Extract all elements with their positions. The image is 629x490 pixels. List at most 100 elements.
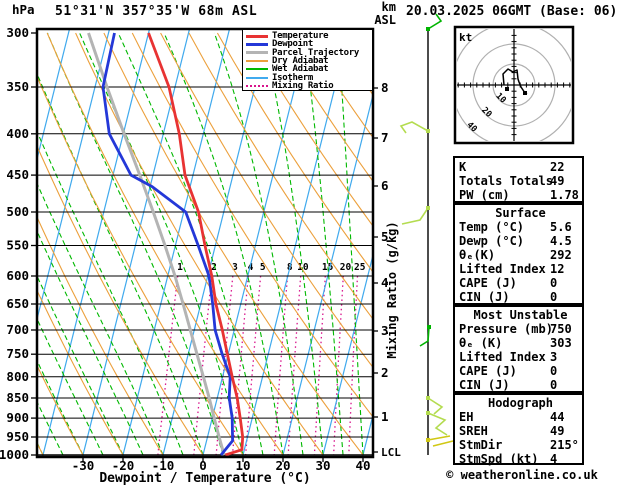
most-unstable-table: Most Unstable Pressure (mb) 750 θₑ (K) 303… [453, 305, 584, 393]
pressure-tick-label: 350 [6, 79, 29, 94]
table-row: CAPE (J) 0 [455, 364, 582, 378]
table-title: Surface [495, 206, 546, 220]
page-title: 51°31'N 357°35'W 68m ASL [55, 4, 258, 19]
wind-barb [432, 440, 454, 447]
pressure-axis: 300 350 400 450 500 550 600 650 700 750 800 850 900 9… [0, 25, 37, 462]
row-value: 292 [550, 248, 572, 262]
mixing-ratio-value-label: 25 [354, 262, 366, 273]
row-label: CAPE (J) [459, 364, 517, 378]
pressure-tick-label: 850 [6, 390, 29, 405]
table-title: Hodograph [487, 396, 554, 410]
row-label: StmSpd (kt) [459, 452, 539, 466]
table-row: Lifted Index 12 [455, 262, 582, 276]
row-label: CIN (J) [459, 290, 510, 304]
table-row: Dewp (°C) 4.5 [455, 234, 582, 248]
legend-item: Mixing Ratio [243, 81, 372, 91]
row-value: 5.6 [550, 220, 572, 234]
hodograph-marker [523, 91, 527, 95]
wet-adiabat-lines [38, 32, 364, 456]
datetime-header: 20.03.2025 06GMT (Base: 06) [406, 4, 618, 19]
row-value: 44 [550, 410, 565, 424]
row-value: 1.78 [550, 188, 579, 202]
row-label: CAPE (J) [459, 276, 517, 290]
table-title: Most Unstable [473, 308, 568, 322]
pressure-tick-label: 900 [6, 410, 29, 425]
table-row: StmDir 215° [455, 438, 582, 452]
wind-barb-dot [426, 438, 430, 442]
table-row: CAPE (J) 0 [455, 276, 582, 290]
pressure-tick-label: 500 [6, 204, 29, 219]
hodograph-unit-label: kt [459, 31, 472, 44]
hodograph: 102040kt [453, 25, 575, 145]
km-axis-unit-bottom: ASL [374, 13, 396, 27]
wind-barb [427, 397, 444, 415]
pressure-tick-label: 650 [6, 296, 29, 311]
table-row: Totals Totals 49 [455, 174, 582, 188]
row-value: 4 [550, 452, 558, 466]
wet-adiabat-line-swatch [246, 68, 268, 71]
row-value: 0 [550, 276, 558, 290]
row-value: 49 [550, 174, 565, 188]
mixing-ratio-line-swatch [246, 84, 268, 87]
row-label: θₑ(K) [459, 248, 496, 262]
dry-adiabat-line-swatch [246, 60, 268, 63]
skewt-sounding-page: { "header": { "pressure_unit": "hPa", "t… [0, 0, 629, 486]
table-row: CIN (J) 0 [455, 290, 582, 304]
pressure-tick-label: 700 [6, 322, 29, 337]
km-axis-unit-top: km [381, 0, 396, 14]
row-value: 303 [550, 336, 572, 350]
row-label: Temp (°C) [459, 220, 525, 234]
temp-tick-label: 40 [355, 458, 370, 473]
pressure-tick-label: 400 [6, 126, 29, 141]
pressure-tick-label: 1000 [0, 447, 29, 462]
wind-barb [427, 412, 448, 436]
temperature-line-swatch [246, 34, 268, 38]
temperature-axis: -30 -20 -10 0 10 20 30 40Dewpoint / Temperature… [72, 457, 371, 486]
table-row: Pressure (mb) 750 [455, 322, 582, 336]
pressure-tick-label: 550 [6, 238, 29, 253]
row-label: Pressure (mb) [459, 322, 553, 336]
pressure-unit-label: hPa [12, 2, 35, 17]
wind-barb [401, 207, 429, 225]
row-label: θₑ (K) [459, 336, 503, 350]
mixing-ratio-lines: 1 2 3 4 5 8 10 15 20 25 [157, 262, 366, 456]
table-row: SREH 49 [455, 424, 582, 438]
table-row: PW (cm) 1.78 [455, 188, 582, 202]
row-label: Lifted Index [459, 350, 546, 364]
row-value: 750 [550, 322, 572, 336]
row-label: EH [459, 410, 474, 424]
table-row: Temp (°C) 5.6 [455, 220, 582, 234]
indices-table: K 22 Totals Totals 49 PW (cm) 1.78 [453, 156, 584, 203]
table-row: CIN (J) 0 [455, 378, 582, 392]
wind-barb-dot [426, 27, 430, 31]
temp-tick-label: -30 [72, 458, 95, 473]
km-tick-label: 8 [381, 80, 389, 95]
pressure-tick-label: 750 [6, 346, 29, 361]
row-value: 0 [550, 290, 558, 304]
row-value: 0 [550, 378, 558, 392]
table-row: Lifted Index 3 [455, 350, 582, 364]
temp-tick-label: 30 [315, 458, 330, 473]
mixing-ratio-value-label: 20 [340, 262, 352, 273]
km-tick-label: 7 [381, 130, 389, 145]
table-row: θₑ (K) 303 [455, 336, 582, 350]
row-label: Lifted Index [459, 262, 546, 276]
wind-barb-column [399, 13, 454, 455]
row-label: StmDir [459, 438, 503, 452]
table-row: StmSpd (kt) 4 [455, 452, 582, 466]
row-label: Totals Totals [459, 174, 553, 188]
hodograph-table: Hodograph EH 44 SREH 49 StmDir 215° StmSpd … [453, 393, 584, 466]
wind-barb-dot [426, 206, 430, 210]
mixing-ratio-value-label: 5 [260, 262, 266, 273]
row-value: 3 [550, 350, 558, 364]
row-value: 49 [550, 424, 565, 438]
row-value: 215° [550, 438, 579, 452]
km-tick-label: 6 [381, 178, 389, 193]
km-tick-label: LCL [381, 446, 401, 459]
hodograph-marker [505, 87, 509, 91]
row-label: PW (cm) [459, 188, 510, 202]
mixing-ratio-axis-label: Mixing Ratio (g/kg) [385, 221, 399, 358]
table-row: K 22 [455, 160, 582, 174]
row-value: 12 [550, 262, 565, 276]
wind-barb [427, 435, 451, 441]
